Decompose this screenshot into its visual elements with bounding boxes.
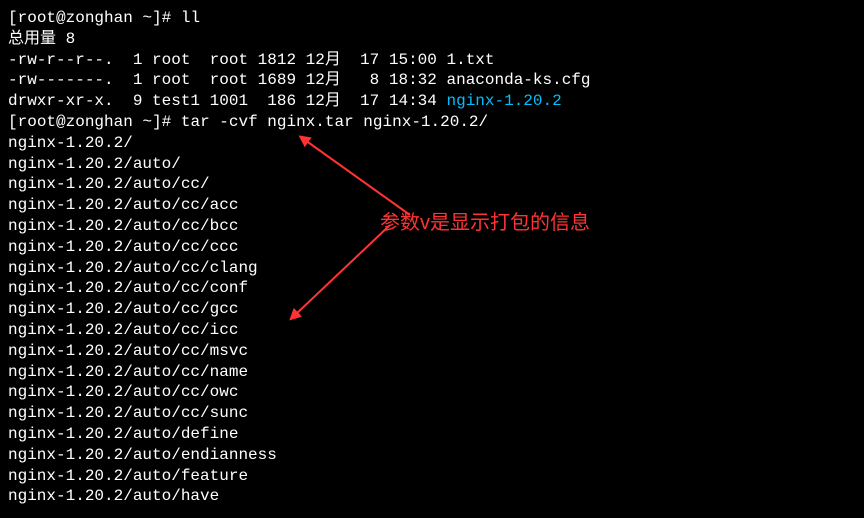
prompt-line-2: [root@zonghan ~]# tar -cvf nginx.tar ngi… — [8, 112, 856, 133]
prompt-host: zonghan — [66, 113, 133, 131]
prompt-close-bracket: ] — [152, 9, 162, 27]
prompt-path: ~ — [142, 9, 152, 27]
prompt-line-1: [root@zonghan ~]# ll — [8, 8, 856, 29]
prompt-user: root — [18, 113, 56, 131]
listing-row-name: 1.txt — [446, 51, 494, 69]
tar-output-line: nginx-1.20.2/auto/feature — [8, 466, 856, 487]
listing-row-meta: -rw-------. 1 root root 1689 12月 8 18:32 — [8, 71, 446, 89]
tar-output-line: nginx-1.20.2/ — [8, 133, 856, 154]
tar-output-line: nginx-1.20.2/auto/cc/name — [8, 362, 856, 383]
tar-output-line: nginx-1.20.2/auto/cc/icc — [8, 320, 856, 341]
tar-output-line: nginx-1.20.2/auto/endianness — [8, 445, 856, 466]
file-listing: -rw-r--r--. 1 root root 1812 12月 17 15:0… — [8, 50, 856, 112]
prompt-user: root — [18, 9, 56, 27]
at-sign: @ — [56, 113, 66, 131]
prompt-symbol: # — [162, 113, 181, 131]
prompt-host: zonghan — [66, 9, 133, 27]
listing-row: -rw-r--r--. 1 root root 1812 12月 17 15:0… — [8, 50, 856, 71]
tar-output-line: nginx-1.20.2/auto/cc/clang — [8, 258, 856, 279]
listing-row: -rw-------. 1 root root 1689 12月 8 18:32… — [8, 70, 856, 91]
prompt-open-bracket: [ — [8, 113, 18, 131]
command-text[interactable]: tar -cvf nginx.tar nginx-1.20.2/ — [181, 113, 488, 131]
prompt-open-bracket: [ — [8, 9, 18, 27]
tar-output-line: nginx-1.20.2/auto/cc/msvc — [8, 341, 856, 362]
listing-row-name: nginx-1.20.2 — [446, 92, 561, 110]
listing-row-name: anaconda-ks.cfg — [446, 71, 590, 89]
listing-row-meta: -rw-r--r--. 1 root root 1812 12月 17 15:0… — [8, 51, 446, 69]
tar-output-line: nginx-1.20.2/auto/cc/owc — [8, 382, 856, 403]
tar-output-line: nginx-1.20.2/auto/cc/gcc — [8, 299, 856, 320]
at-sign: @ — [56, 9, 66, 27]
command-text[interactable]: ll — [181, 9, 200, 27]
prompt-close-bracket: ] — [152, 113, 162, 131]
tar-output-line: nginx-1.20.2/auto/cc/sunc — [8, 403, 856, 424]
tar-output: nginx-1.20.2/nginx-1.20.2/auto/nginx-1.2… — [8, 133, 856, 507]
tar-output-line: nginx-1.20.2/auto/have — [8, 486, 856, 507]
tar-output-line: nginx-1.20.2/auto/cc/conf — [8, 278, 856, 299]
tar-output-line: nginx-1.20.2/auto/define — [8, 424, 856, 445]
listing-row: drwxr-xr-x. 9 test1 1001 186 12月 17 14:3… — [8, 91, 856, 112]
listing-row-meta: drwxr-xr-x. 9 test1 1001 186 12月 17 14:3… — [8, 92, 446, 110]
tar-output-line: nginx-1.20.2/auto/cc/ccc — [8, 237, 856, 258]
total-line: 总用量 8 — [8, 29, 856, 50]
annotation-text: 参数v是显示打包的信息 — [380, 210, 590, 236]
tar-output-line: nginx-1.20.2/auto/ — [8, 154, 856, 175]
prompt-path: ~ — [142, 113, 152, 131]
tar-output-line: nginx-1.20.2/auto/cc/ — [8, 174, 856, 195]
prompt-symbol: # — [162, 9, 181, 27]
